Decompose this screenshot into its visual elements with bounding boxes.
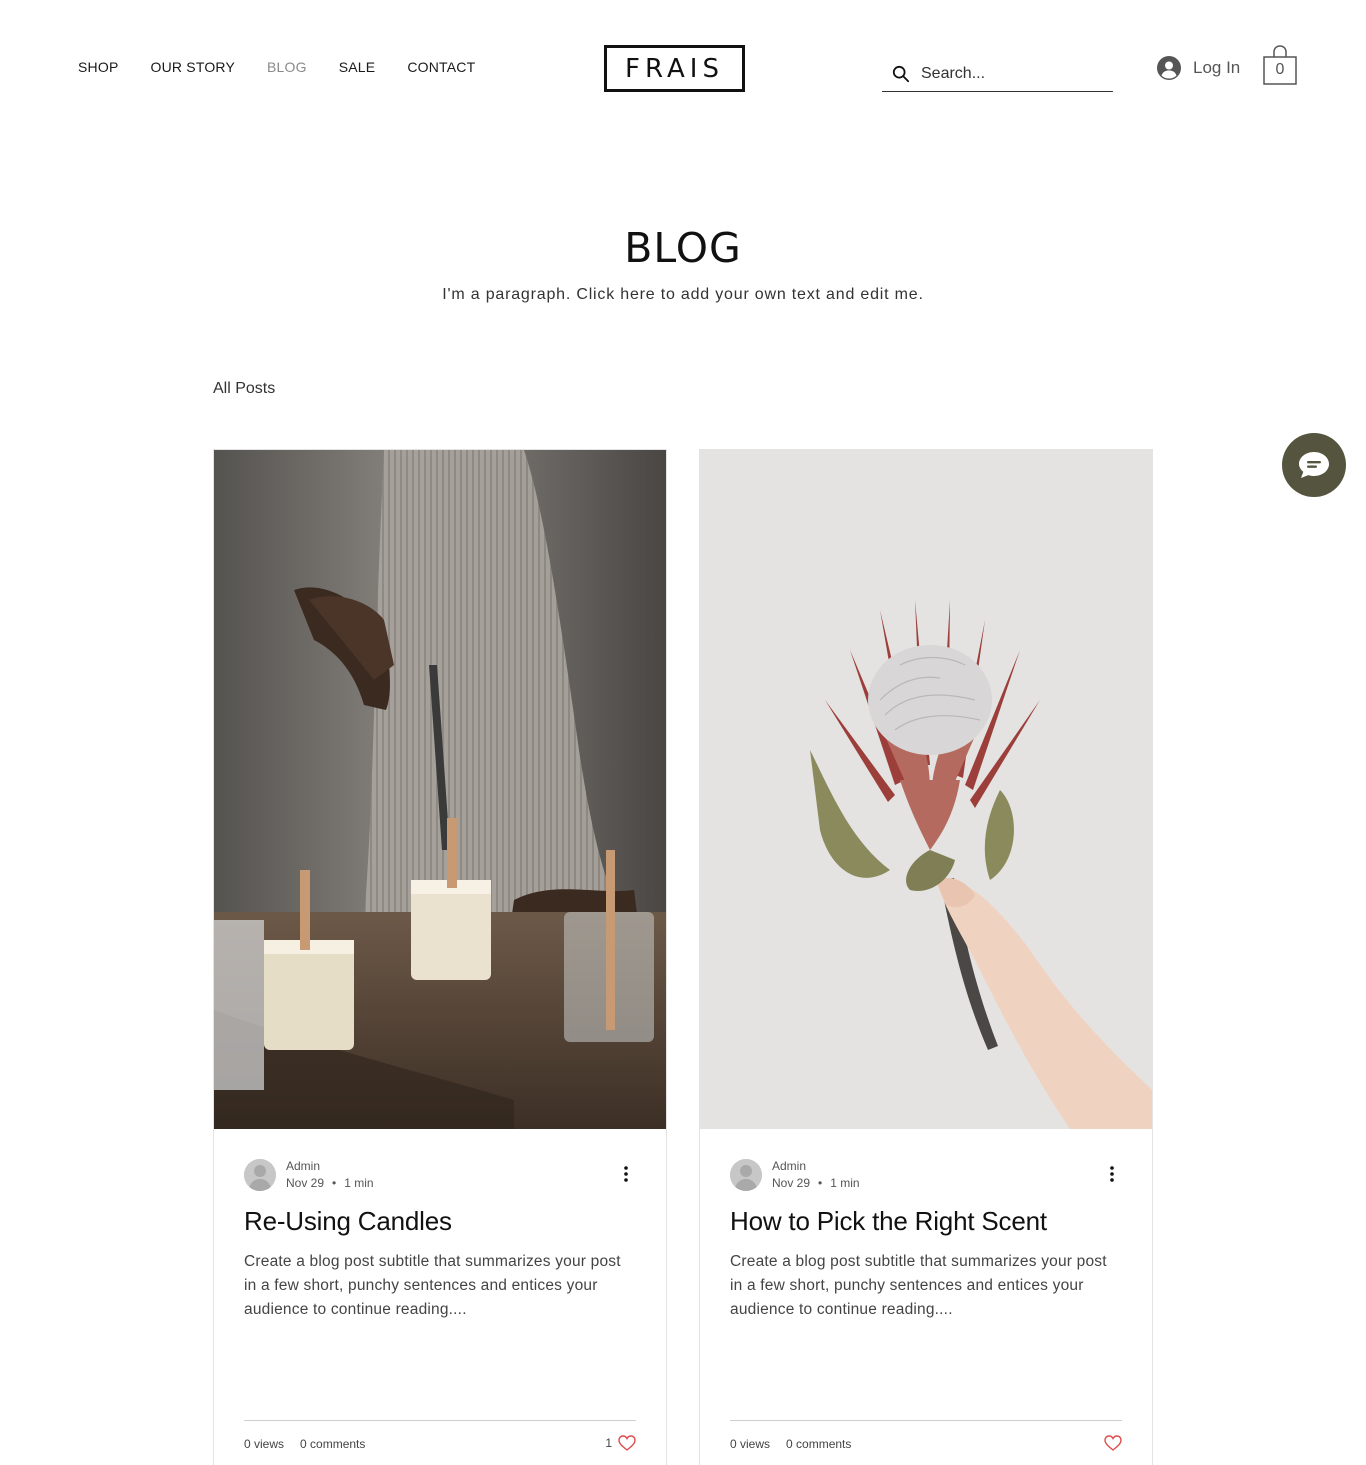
search-input[interactable] — [921, 64, 1101, 83]
author-name[interactable]: Admin — [772, 1158, 860, 1175]
main-nav: SHOP OUR STORY BLOG SALE CONTACT — [78, 59, 507, 75]
post-excerpt[interactable]: Create a blog post subtitle that summari… — [730, 1250, 1122, 1322]
author-avatar[interactable] — [244, 1159, 276, 1191]
author-avatar[interactable] — [730, 1159, 762, 1191]
read-time: 1 min — [830, 1176, 860, 1190]
post-stats: 0 views 0 comments — [730, 1437, 851, 1451]
search-bar — [882, 56, 1113, 92]
card-divider — [244, 1420, 636, 1421]
user-avatar-icon — [1157, 56, 1181, 80]
author-name[interactable]: Admin — [286, 1158, 374, 1175]
nav-item-shop[interactable]: SHOP — [78, 59, 118, 75]
cart-button[interactable]: 0 — [1262, 44, 1298, 86]
post-date: Nov 29 — [772, 1176, 811, 1190]
more-options-icon[interactable] — [622, 1165, 630, 1183]
comments-count[interactable]: 0 comments — [300, 1437, 365, 1451]
post-title[interactable]: Re-Using Candles — [244, 1206, 452, 1237]
heart-icon — [1104, 1435, 1122, 1451]
post-meta: Admin Nov 29 • 1 min — [730, 1158, 860, 1192]
meta-separator: • — [818, 1176, 823, 1190]
views-count: 0 views — [244, 1437, 285, 1451]
cart-count: 0 — [1275, 61, 1285, 78]
search-icon[interactable] — [892, 65, 910, 83]
nav-item-our-story[interactable]: OUR STORY — [150, 59, 235, 75]
heart-icon — [618, 1435, 636, 1451]
read-time: 1 min — [344, 1176, 374, 1190]
nav-item-blog[interactable]: BLOG — [267, 59, 307, 75]
post-excerpt[interactable]: Create a blog post subtitle that summari… — [244, 1250, 636, 1322]
post-date: Nov 29 — [286, 1176, 325, 1190]
site-header: SHOP OUR STORY BLOG SALE CONTACT FRAIS L… — [0, 0, 1366, 130]
like-button[interactable] — [1098, 1435, 1122, 1451]
comments-count[interactable]: 0 comments — [786, 1437, 851, 1451]
blog-post-card[interactable]: Admin Nov 29 • 1 min Re-Using Candles Cr… — [213, 449, 667, 1465]
post-cover-image[interactable] — [700, 450, 1152, 1129]
protea-flower-photo — [700, 450, 1152, 1129]
candle-making-photo — [214, 450, 666, 1129]
chat-button[interactable] — [1282, 433, 1346, 497]
all-posts-filter[interactable]: All Posts — [213, 380, 275, 398]
like-button[interactable]: 1 — [605, 1435, 636, 1451]
card-divider — [730, 1420, 1122, 1421]
site-logo[interactable]: FRAIS — [604, 45, 745, 92]
meta-separator: • — [332, 1176, 337, 1190]
post-stats: 0 views 0 comments — [244, 1437, 365, 1451]
blog-post-card[interactable]: Admin Nov 29 • 1 min How to Pick the Rig… — [699, 449, 1153, 1465]
chat-bubble-icon — [1299, 452, 1329, 478]
login-button[interactable]: Log In — [1157, 56, 1240, 80]
post-title[interactable]: How to Pick the Right Scent — [730, 1206, 1047, 1237]
views-count: 0 views — [730, 1437, 771, 1451]
likes-count: 1 — [605, 1436, 612, 1450]
more-options-icon[interactable] — [1108, 1165, 1116, 1183]
default-avatar-icon — [730, 1159, 762, 1191]
page-title: BLOG — [624, 224, 742, 272]
post-meta: Admin Nov 29 • 1 min — [244, 1158, 374, 1192]
nav-item-sale[interactable]: SALE — [339, 59, 376, 75]
login-label: Log In — [1193, 58, 1241, 77]
page-paragraph: I'm a paragraph. Click here to add your … — [442, 286, 924, 303]
post-cover-image[interactable] — [214, 450, 666, 1129]
default-avatar-icon — [244, 1159, 276, 1191]
nav-item-contact[interactable]: CONTACT — [407, 59, 475, 75]
